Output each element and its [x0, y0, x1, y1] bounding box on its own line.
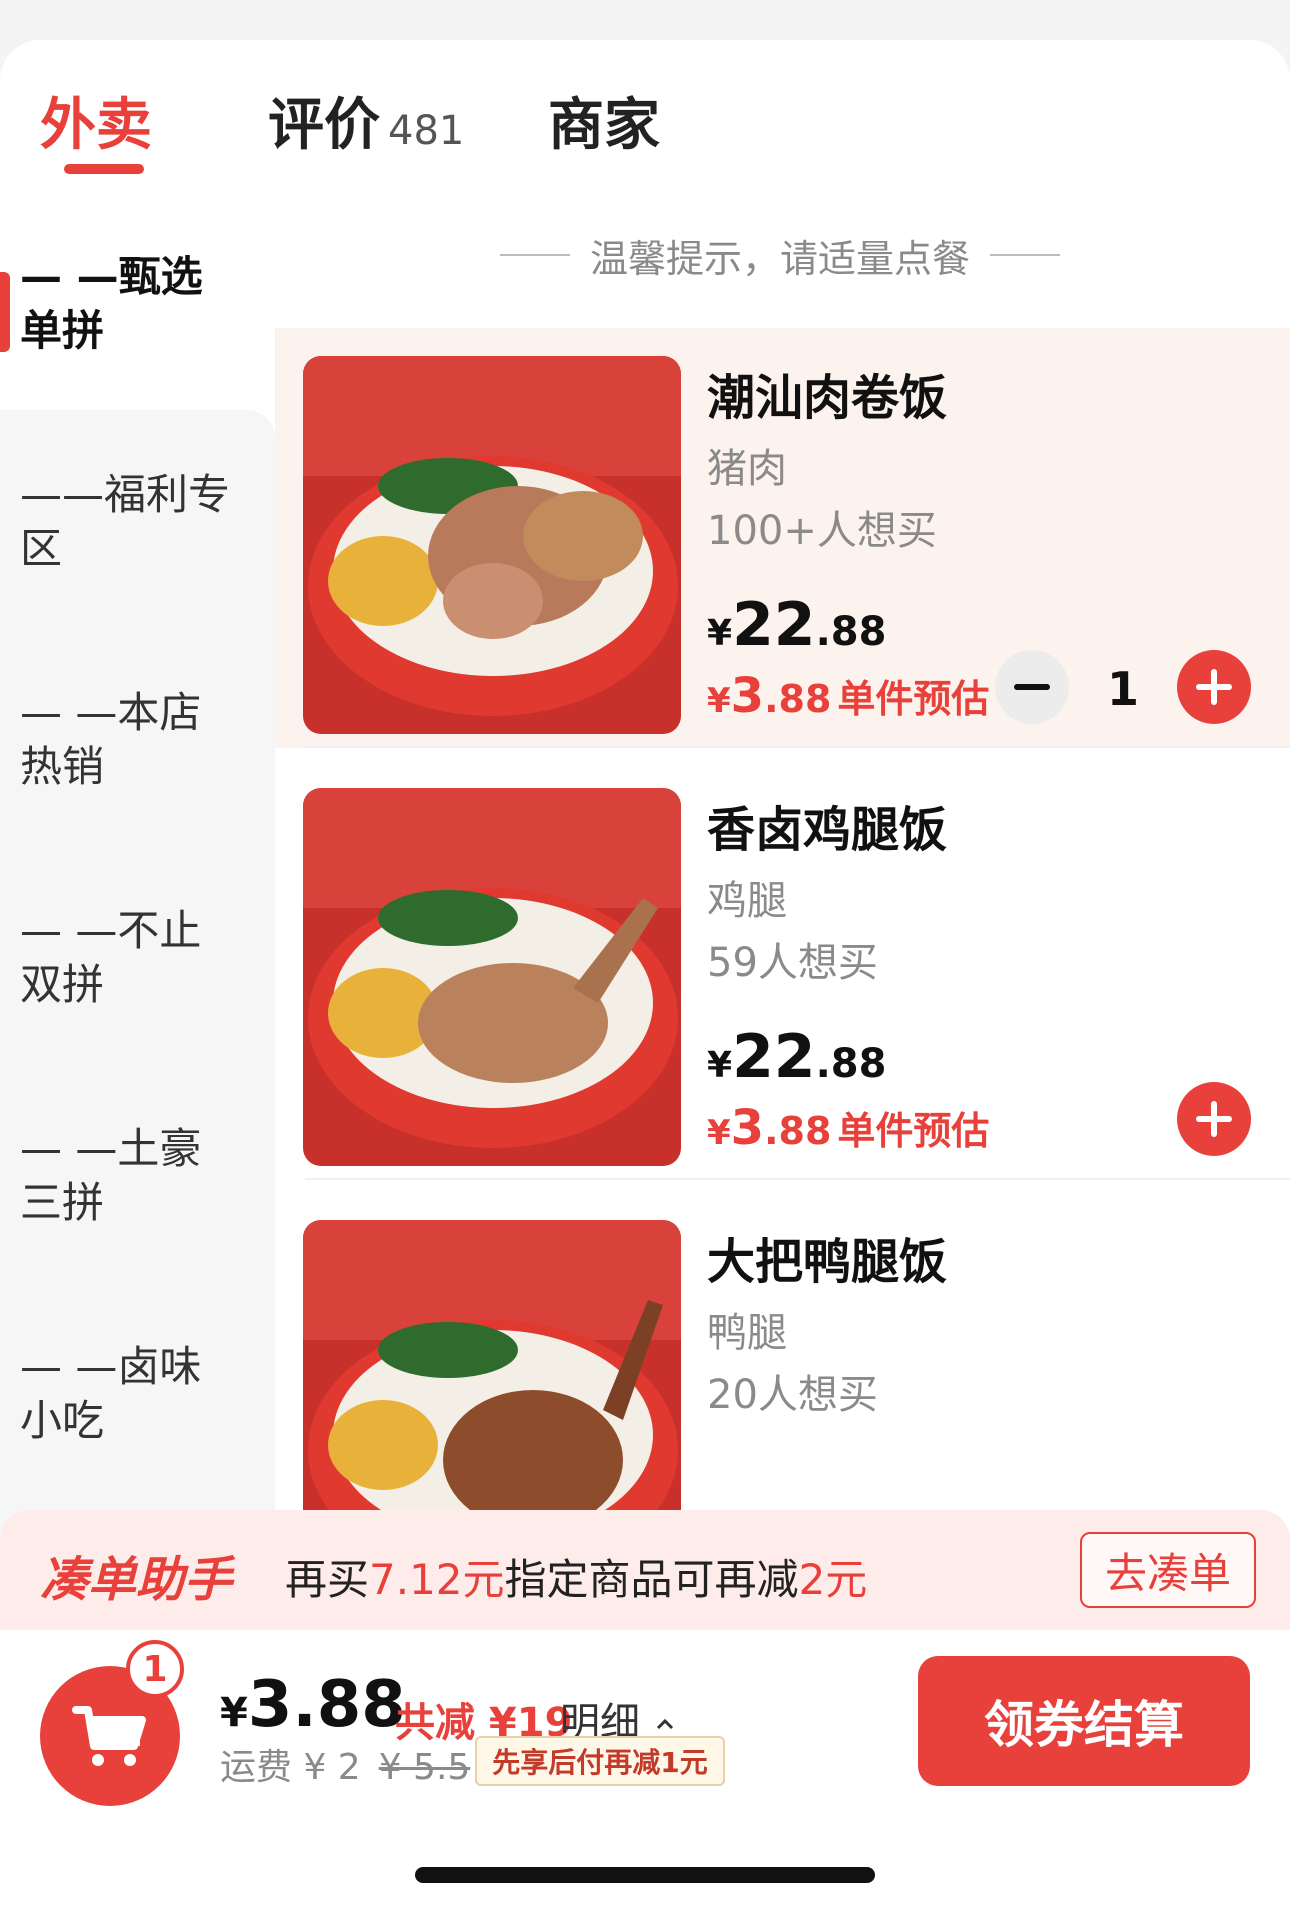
sidebar-item-welfare[interactable]: ——福利专 区 — [20, 468, 260, 576]
helper-text-middle: 指定商品可再减 — [504, 1555, 799, 1604]
delivery-fee-original: ¥ 5.5 — [378, 1747, 471, 1788]
product-deal-price: ¥3.88 单件预估 — [707, 668, 989, 724]
deal-currency: ¥ — [707, 1113, 731, 1153]
row-divider — [305, 746, 1290, 748]
sidebar-item-label: — —不止 — [20, 906, 202, 955]
deal-label: 单件预估 — [837, 1109, 990, 1153]
price-decimal: .88 — [815, 1041, 887, 1087]
increase-quantity-button[interactable] — [1177, 650, 1251, 724]
delivery-fee: 运费 ¥ 2 ¥ 5.5 — [220, 1738, 470, 1790]
category-sidebar: — —甄选 单拼 ——福利专 区 — —本店 热销 — —不止 双拼 — —土豪… — [0, 250, 275, 1670]
product-image[interactable] — [303, 356, 681, 734]
chevron-up-icon — [656, 1718, 673, 1730]
price-integer: 22 — [732, 590, 816, 660]
product-desc: 猪肉 — [707, 446, 787, 492]
helper-title: 凑单助手 — [40, 1552, 233, 1608]
total-currency: ¥ — [220, 1690, 248, 1736]
deal-label: 单件预估 — [837, 677, 990, 721]
product-want-count: 20人想买 — [707, 1372, 878, 1418]
sidebar-item-label: 三拼 — [20, 1178, 105, 1227]
product-price: ¥22.88 — [707, 1022, 886, 1092]
product-image[interactable] — [303, 788, 681, 1166]
product-want-count: 59人想买 — [707, 940, 878, 986]
cart-count-badge: 1 — [126, 1640, 184, 1698]
product-name: 潮汕肉卷饭 — [707, 370, 948, 426]
price-decimal: .88 — [815, 609, 887, 655]
price-currency: ¥ — [707, 613, 733, 654]
checkout-button[interactable]: 领券结算 — [918, 1656, 1250, 1786]
helper-reduce: 2元 — [798, 1555, 868, 1604]
sidebar-item-label: 双拼 — [20, 960, 105, 1009]
tab-reviews[interactable]: 评价 481 — [268, 80, 464, 161]
deal-currency: ¥ — [707, 681, 731, 721]
sidebar-active-indicator — [0, 272, 10, 352]
portion-tip: 温馨提示，请适量点餐 — [490, 225, 1070, 285]
quantity-value: 1 — [1106, 662, 1139, 716]
tab-active-indicator — [64, 164, 144, 174]
sidebar-item-label: — —土豪 — [20, 1124, 202, 1173]
sidebar-item-label: — —甄选 — [20, 252, 203, 301]
helper-amount: 7.12元 — [369, 1555, 505, 1604]
tab-bar: 外卖 评价 481 商家 — [0, 40, 1290, 190]
deal-decimal: .88 — [764, 677, 832, 721]
plus-icon — [1196, 669, 1232, 705]
product-name: 香卤鸡腿饭 — [707, 802, 948, 858]
sidebar-item-snacks[interactable]: — —卤味 小吃 — [20, 1340, 260, 1448]
deal-decimal: .88 — [764, 1109, 832, 1153]
tip-dash-left — [499, 254, 570, 256]
pay-later-badge: 先享后付再减1元 — [475, 1736, 725, 1786]
tab-reviews-count: 481 — [388, 108, 465, 154]
helper-text-prefix: 再买 — [285, 1555, 370, 1604]
sidebar-item-label: 小吃 — [20, 1396, 105, 1445]
product-price: ¥22.88 — [707, 590, 886, 660]
tab-takeout[interactable]: 外卖 — [40, 80, 152, 161]
tab-reviews-label: 评价 — [268, 93, 380, 158]
home-indicator[interactable] — [415, 1867, 875, 1883]
minus-icon — [1014, 684, 1050, 690]
add-on-order-button[interactable]: 去凑单 — [1080, 1532, 1256, 1608]
tab-merchant[interactable]: 商家 — [548, 80, 660, 161]
product-desc: 鸭腿 — [707, 1310, 787, 1356]
deal-integer: 3 — [730, 1100, 765, 1156]
sidebar-item-label: 热销 — [20, 742, 105, 791]
deal-integer: 3 — [730, 668, 765, 724]
product-row[interactable]: 香卤鸡腿饭 鸡腿 59人想买 ¥22.88 ¥3.88 单件预估 — [275, 760, 1290, 1180]
sidebar-item-triple[interactable]: — —土豪 三拼 — [20, 1122, 260, 1230]
delivery-fee-label: 运费 ¥ 2 — [220, 1747, 361, 1788]
sidebar-item-bestsellers[interactable]: — —本店 热销 — [20, 686, 260, 794]
sidebar-item-selected-single[interactable]: — —甄选 单拼 — [20, 250, 260, 358]
cart-total: ¥3.88 — [220, 1668, 406, 1742]
sidebar-item-label: ——福利专 — [20, 470, 231, 519]
total-amount: 3.88 — [247, 1668, 406, 1742]
product-deal-price: ¥3.88 单件预估 — [707, 1100, 989, 1156]
add-to-cart-button[interactable] — [1177, 1082, 1251, 1156]
checkout-bar: 1 ¥3.88 共减 ¥19 明细 运费 ¥ 2 ¥ 5.5 先享后付再减1元 领… — [0, 1630, 1290, 1909]
sidebar-item-label: 单拼 — [20, 306, 105, 355]
price-integer: 22 — [732, 1022, 816, 1092]
plus-icon — [1196, 1101, 1232, 1137]
tip-dash-right — [990, 254, 1060, 256]
sidebar-item-double[interactable]: — —不止 双拼 — [20, 904, 260, 1012]
price-currency: ¥ — [707, 1045, 733, 1086]
decrease-quantity-button[interactable] — [995, 650, 1069, 724]
sidebar-item-label: — —本店 — [20, 688, 202, 737]
sidebar-item-label: — —卤味 — [20, 1342, 202, 1391]
product-row[interactable]: 潮汕肉卷饭 猪肉 100+人想买 ¥22.88 ¥3.88 单件预估 1 — [275, 328, 1290, 748]
shopping-cart-icon — [72, 1706, 146, 1766]
helper-text: 再买7.12元指定商品可再减2元 — [285, 1546, 867, 1607]
product-name: 大把鸭腿饭 — [707, 1234, 948, 1290]
tip-text: 温馨提示，请适量点餐 — [589, 236, 970, 281]
sidebar-bg — [0, 410, 275, 1670]
product-want-count: 100+人想买 — [707, 508, 937, 554]
sidebar-item-label: 区 — [20, 524, 63, 573]
order-helper-bar: 凑单助手 再买7.12元指定商品可再减2元 去凑单 — [0, 1510, 1290, 1630]
row-divider — [305, 1178, 1290, 1180]
product-desc: 鸡腿 — [707, 878, 787, 924]
